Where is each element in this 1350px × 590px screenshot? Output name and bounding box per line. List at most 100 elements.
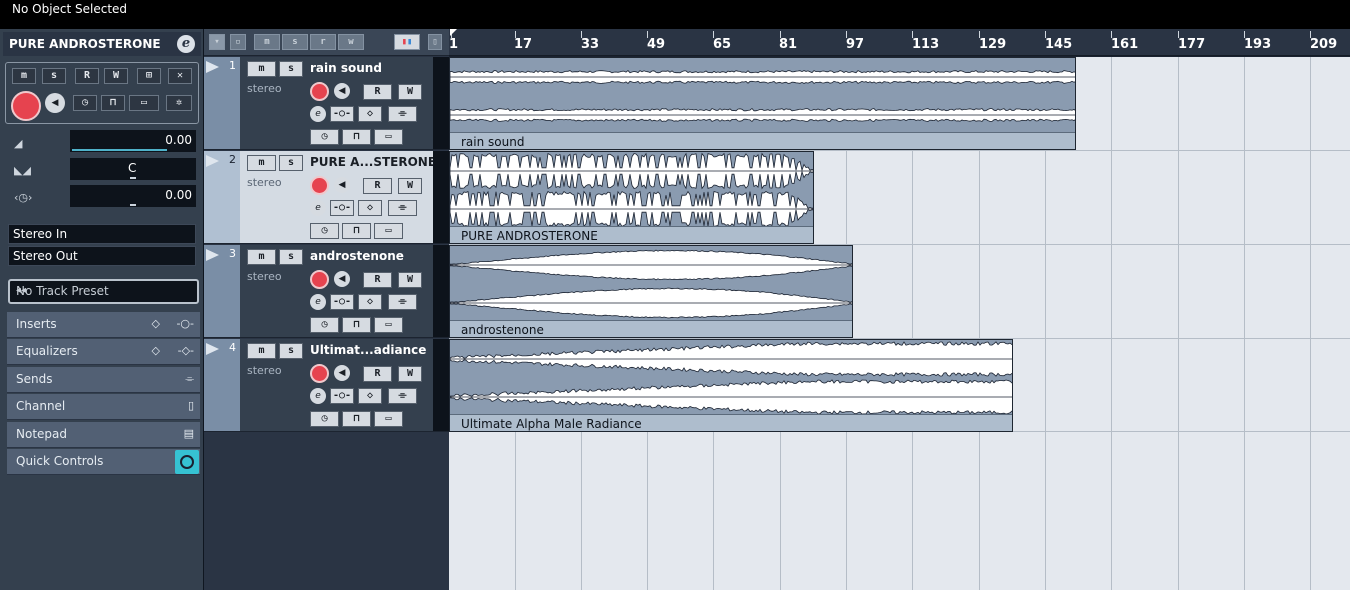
section-equalizers[interactable]: Equalizers ◇ -◇- (7, 339, 200, 365)
track-2-read-button[interactable]: R (363, 178, 392, 194)
track-4-write-button[interactable]: W (398, 366, 422, 382)
track-preset-field[interactable]: No Track Preset ◂◂ (8, 279, 199, 304)
track-1-record-button[interactable] (310, 82, 329, 101)
track-4-insert-icon[interactable]: -○- (330, 388, 354, 404)
track-1-edit-icon[interactable]: e (310, 106, 326, 122)
track-4-edit-icon[interactable]: e (310, 388, 326, 404)
delay-field[interactable]: 0.00 (70, 185, 196, 207)
section-inserts[interactable]: Inserts ◇ -○- (7, 312, 200, 338)
track-1-write-button[interactable]: W (398, 84, 422, 100)
section-sends[interactable]: Sends ⌯ (7, 367, 200, 393)
track-row-2[interactable]: 2 m s PURE A...STERONE stereo ◀ R W e -○… (204, 151, 449, 244)
inspector-folder-button[interactable]: ✕ (168, 68, 192, 84)
global-write-button[interactable]: w (338, 34, 364, 50)
track-expand-icon[interactable] (206, 249, 219, 261)
arrange-area[interactable]: rain sound PURE ANDROSTERONE androstenon… (449, 57, 1350, 590)
inspector-read-button[interactable]: R (75, 68, 99, 84)
track-expand-icon[interactable] (206, 155, 219, 167)
output-routing[interactable]: Stereo Out (8, 246, 196, 266)
track-3-sends-icon[interactable]: ⌯ (388, 294, 417, 310)
track-2-name[interactable]: PURE A...STERONE (310, 155, 436, 169)
track-3-name[interactable]: androstenone (310, 249, 404, 263)
inspector-title[interactable]: PURE ANDROSTERONE e (3, 32, 201, 56)
track-1-solo-button[interactable]: s (279, 61, 303, 77)
track-2-edit-icon[interactable]: e (310, 200, 326, 216)
track-expand-icon[interactable] (206, 343, 219, 355)
global-read-button[interactable]: r (310, 34, 336, 50)
global-solo-button[interactable]: s (282, 34, 308, 50)
track-1-sends-icon[interactable]: ⌯ (388, 106, 417, 122)
track-4-read-button[interactable]: R (363, 366, 392, 382)
quick-controls-icon[interactable] (175, 450, 199, 474)
track-1-lanes-icon[interactable]: ▭ (374, 129, 403, 145)
track-4-timebase-icon[interactable]: ◷ (310, 411, 339, 427)
audio-event-3[interactable]: androstenone (449, 245, 853, 338)
left-locator-icon[interactable] (450, 29, 457, 36)
track-4-monitor-icon[interactable]: ◀ (334, 365, 350, 381)
track-2-mute-button[interactable]: m (247, 155, 276, 171)
inspector-write-button[interactable]: W (104, 68, 128, 84)
track-2-timebase-icon[interactable]: ◷ (310, 223, 339, 239)
track-4-name[interactable]: Ultimat...adiance (310, 343, 426, 357)
track-2-record-button[interactable] (310, 176, 329, 195)
inspector-settings-button[interactable]: ✲ (166, 95, 192, 111)
track-2-eq-icon[interactable]: ◇ (358, 200, 382, 216)
timeline-ruler[interactable]: 1 17 33 49 65 81 97 113 129 145 161 177 … (449, 29, 1350, 56)
track-row-1[interactable]: 1 m s rain sound stereo ◀ R W e -○- ◇ ⌯ … (204, 57, 449, 150)
track-3-edit-icon[interactable]: e (310, 294, 326, 310)
inspector-mute-button[interactable]: m (12, 68, 36, 84)
track-3-insert-icon[interactable]: -○- (330, 294, 354, 310)
bypass-icon[interactable]: ◇ (152, 317, 160, 330)
track-3-mute-button[interactable]: m (247, 249, 276, 265)
input-routing[interactable]: Stereo In (8, 224, 196, 244)
track-3-lock-icon[interactable]: ⊓ (342, 317, 371, 333)
track-4-record-button[interactable] (310, 364, 329, 383)
track-2-lanes-icon[interactable]: ▭ (374, 223, 403, 239)
track-4-eq-icon[interactable]: ◇ (358, 388, 382, 404)
track-3-lanes-icon[interactable]: ▭ (374, 317, 403, 333)
track-2-insert-icon[interactable]: -○- (330, 200, 354, 216)
pan-field[interactable]: C (70, 158, 196, 180)
track-4-lanes-icon[interactable]: ▭ (374, 411, 403, 427)
track-1-eq-icon[interactable]: ◇ (358, 106, 382, 122)
track-1-mute-button[interactable]: m (247, 61, 276, 77)
inspector-timebase-button[interactable]: ◷ (73, 95, 97, 111)
collapse-icon[interactable]: ▾ (209, 34, 225, 50)
track-3-record-button[interactable] (310, 270, 329, 289)
track-1-monitor-icon[interactable]: ◀ (334, 83, 350, 99)
track-4-solo-button[interactable]: s (279, 343, 303, 359)
track-2-solo-button[interactable]: s (279, 155, 303, 171)
track-2-monitor-icon[interactable]: ◀ (334, 177, 350, 193)
bypass-icon[interactable]: ◇ (152, 344, 160, 357)
track-4-sends-icon[interactable]: ⌯ (388, 388, 417, 404)
section-channel[interactable]: Channel ▯ (7, 394, 200, 420)
inspector-freeze-button[interactable]: ⊞ (137, 68, 161, 84)
audio-event-2[interactable]: PURE ANDROSTERONE (449, 151, 814, 244)
track-1-timebase-icon[interactable]: ◷ (310, 129, 339, 145)
section-notepad[interactable]: Notepad ▤ (7, 422, 200, 448)
track-2-lock-icon[interactable]: ⊓ (342, 223, 371, 239)
track-3-monitor-icon[interactable]: ◀ (334, 271, 350, 287)
track-1-lock-icon[interactable]: ⊓ (342, 129, 371, 145)
inspector-lock-button[interactable]: ⊓ (101, 95, 125, 111)
track-3-timebase-icon[interactable]: ◷ (310, 317, 339, 333)
track-row-4[interactable]: 4 m s Ultimat...adiance stereo ◀ R W e -… (204, 339, 449, 432)
global-mute-button[interactable]: m (254, 34, 280, 50)
track-2-sends-icon[interactable]: ⌯ (388, 200, 417, 216)
inspector-lanes-button[interactable]: ▭ (129, 95, 159, 111)
inspector-record-button[interactable] (11, 91, 41, 121)
track-expand-icon[interactable] (206, 61, 219, 73)
track-1-name[interactable]: rain sound (310, 61, 382, 75)
audio-event-4[interactable]: Ultimate Alpha Male Radiance (449, 339, 1013, 432)
track-1-insert-icon[interactable]: -○- (330, 106, 354, 122)
track-3-read-button[interactable]: R (363, 272, 392, 288)
track-color-icon[interactable]: ▮▮ (394, 34, 420, 50)
track-row-3[interactable]: 3 m s androstenone stereo ◀ R W e -○- ◇ … (204, 245, 449, 338)
track-options-icon[interactable]: ▫ (230, 34, 246, 50)
inspector-solo-button[interactable]: s (42, 68, 66, 84)
track-4-lock-icon[interactable]: ⊓ (342, 411, 371, 427)
track-4-mute-button[interactable]: m (247, 343, 276, 359)
track-2-write-button[interactable]: W (398, 178, 422, 194)
volume-field[interactable]: 0.00 (70, 130, 196, 152)
track-3-solo-button[interactable]: s (279, 249, 303, 265)
